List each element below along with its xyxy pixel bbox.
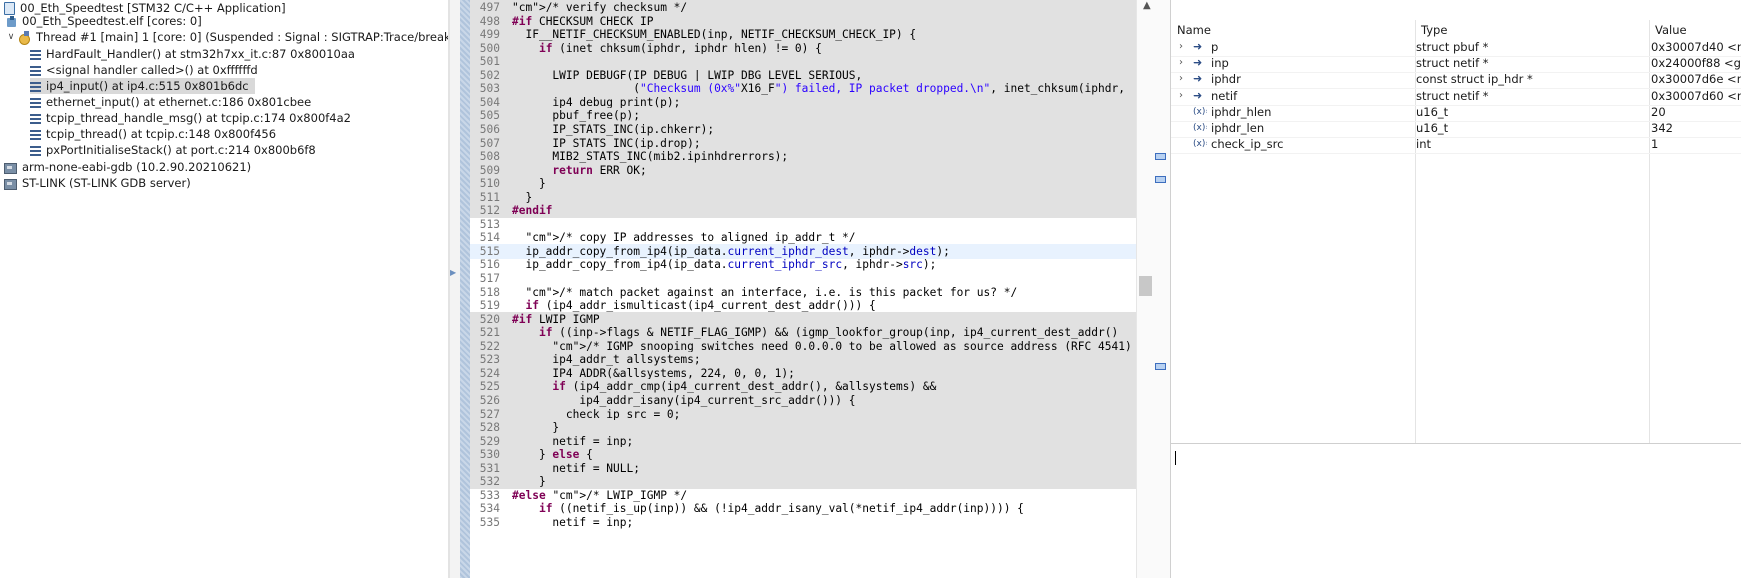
- tree-item-label: tcpip_thread_handle_msg() at tcpip.c:174…: [46, 111, 351, 125]
- variable-type: int: [1416, 137, 1431, 152]
- tree-item-label: 00_Eth_Speedtest.elf [cores: 0]: [22, 14, 202, 28]
- debug-view: 00_Eth_Speedtest [STM32 C/C++ Applicatio…: [0, 0, 448, 578]
- stack-frame-icon: [30, 113, 41, 124]
- instruction-pointer-icon: ▶: [450, 268, 457, 277]
- tree-item-label: ethernet_input() at ethernet.c:186 0x801…: [46, 95, 312, 109]
- gdb-icon: [4, 177, 17, 190]
- text-caret: [1175, 451, 1176, 465]
- tree-item-label: pxPortInitialiseStack() at port.c:214 0x…: [46, 143, 316, 157]
- scrollbar-thumb[interactable]: [1139, 276, 1152, 296]
- code-line[interactable]: 535 netif = inp;: [470, 515, 1136, 530]
- stack-frame-item[interactable]: tcpip_thread_handle_msg() at tcpip.c:174…: [30, 110, 351, 126]
- stack-frame-item[interactable]: <signal handler called>() at 0xffffffd: [30, 62, 258, 78]
- pane-sash[interactable]: ▶: [448, 0, 460, 578]
- chevron-down-icon[interactable]: ∨: [6, 29, 16, 45]
- column-header-name[interactable]: Name: [1177, 20, 1211, 40]
- tree-item-label: tcpip_thread() at tcpip.c:148 0x800f456: [46, 127, 277, 141]
- tree-item-label: Thread #1 [main] 1 [core: 0] (Suspended …: [36, 30, 448, 44]
- column-header-value[interactable]: Value: [1655, 20, 1687, 40]
- tree-item-label: ip4_input() at ip4.c:515 0x801b6dc: [46, 79, 249, 93]
- debug-tree-item[interactable]: arm-none-eabi-gdb (10.2.90.20210621): [4, 159, 251, 175]
- debug-tree-item[interactable]: ST-LINK (ST-LINK GDB server): [4, 175, 191, 191]
- stack-frame-icon: [30, 129, 41, 140]
- code-text: netif = inp;: [512, 515, 634, 529]
- scroll-up-icon[interactable]: ▲: [1143, 0, 1151, 11]
- annotation-marker[interactable]: [1155, 153, 1166, 160]
- variable-name: check_ip_src: [1211, 137, 1284, 152]
- stack-frame-icon: [30, 49, 41, 60]
- annotation-marker[interactable]: [1155, 176, 1166, 183]
- variable-value[interactable]: 1: [1651, 135, 1741, 153]
- stack-frame-item[interactable]: tcpip_thread() at tcpip.c:148 0x800f456: [30, 126, 276, 142]
- sash-grip[interactable]: [448, 0, 450, 578]
- stack-frame-item[interactable]: HardFault_Handler() at stm32h7xx_it.c:87…: [30, 46, 355, 62]
- tree-item-label: arm-none-eabi-gdb (10.2.90.20210621): [22, 160, 252, 174]
- tree-item-label: ST-LINK (ST-LINK GDB server): [22, 176, 191, 190]
- gdb-icon: [4, 161, 17, 174]
- debug-tree-item[interactable]: ∨ Thread #1 [main] 1 [core: 0] (Suspended…: [6, 29, 448, 45]
- tree-item-label: <signal handler called>() at 0xffffffd: [46, 63, 258, 77]
- variable-row[interactable]: (x)= check_ip_src int 1: [1171, 135, 1741, 155]
- local-variable-icon: (x)=: [1193, 139, 1207, 150]
- stack-frame-item[interactable]: ethernet_input() at ethernet.c:186 0x801…: [30, 94, 311, 110]
- stack-frame-icon: [30, 81, 41, 92]
- line-number: 535: [479, 515, 500, 529]
- overview-ruler[interactable]: ▲: [1136, 0, 1171, 578]
- thread-icon: [18, 30, 31, 45]
- variable-detail-pane[interactable]: [1171, 444, 1741, 578]
- stack-frame-icon: [30, 97, 41, 108]
- stack-frame-item[interactable]: ip4_input() at ip4.c:515 0x801b6dc: [30, 78, 255, 94]
- code-editor[interactable]: 497 "cm">/* verify checksum */498 #if CHEC…: [460, 0, 1136, 578]
- tree-item-label: HardFault_Handler() at stm32h7xx_it.c:87…: [46, 47, 355, 61]
- variables-view: Name Type Value › ➜ p struct pbuf * 0x30007d…: [1170, 0, 1741, 578]
- annotation-marker[interactable]: [1155, 363, 1166, 370]
- stack-frame-icon: [30, 145, 41, 156]
- vertical-ruler[interactable]: [460, 0, 470, 578]
- elf-icon: [6, 15, 17, 27]
- debug-tree-item[interactable]: 00_Eth_Speedtest.elf [cores: 0]: [6, 13, 202, 29]
- column-header-type[interactable]: Type: [1421, 20, 1447, 40]
- stack-frame-item[interactable]: pxPortInitialiseStack() at port.c:214 0x…: [30, 142, 316, 158]
- stack-frame-icon: [30, 65, 41, 76]
